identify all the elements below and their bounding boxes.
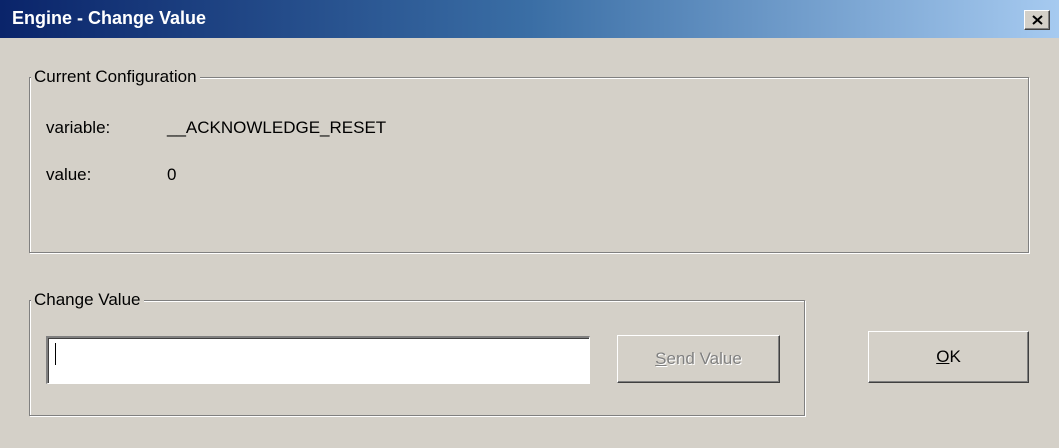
ok-label: K	[949, 347, 961, 366]
value-label: value:	[46, 165, 92, 184]
change-value-dialog: Engine - Change Value Current Configurat…	[0, 0, 1059, 448]
title-bar[interactable]: Engine - Change Value	[0, 0, 1059, 38]
value-value: 0	[167, 165, 177, 184]
send-value-mnemonic: S	[655, 349, 667, 368]
ok-button[interactable]: OK	[868, 331, 1029, 383]
variable-label: variable:	[46, 118, 111, 137]
close-icon	[1032, 15, 1043, 25]
change-value-legend: Change Value	[31, 290, 144, 310]
current-configuration-group: Current Configuration	[29, 67, 1029, 253]
window-title: Engine - Change Value	[12, 8, 207, 28]
text-caret	[55, 343, 56, 365]
close-button[interactable]	[1024, 10, 1050, 30]
send-value-button[interactable]: Send Value	[617, 335, 780, 383]
current-configuration-legend: Current Configuration	[31, 67, 200, 87]
variable-value: __ACKNOWLEDGE_RESET	[167, 118, 387, 137]
send-value-label: end Value	[666, 349, 742, 368]
new-value-input[interactable]	[46, 336, 590, 384]
ok-mnemonic: O	[936, 347, 950, 366]
